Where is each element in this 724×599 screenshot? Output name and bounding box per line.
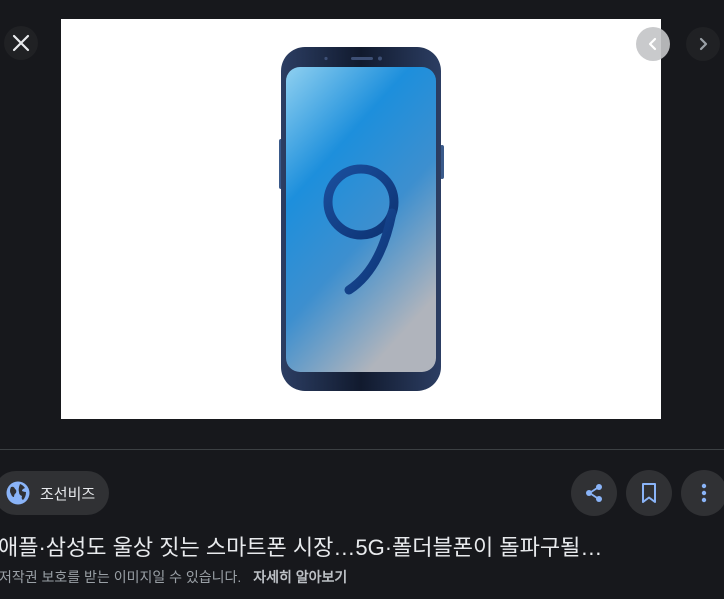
chevron-right-icon (699, 37, 708, 51)
chevron-left-icon (648, 37, 657, 51)
preview-image[interactable] (61, 19, 661, 419)
share-button[interactable] (571, 470, 617, 516)
copyright-row: 저작권 보호를 받는 이미지일 수 있습니다. 자세히 알아보기 (0, 567, 347, 587)
learn-more-link[interactable]: 자세히 알아보기 (253, 569, 347, 585)
next-image-button[interactable] (686, 27, 720, 61)
close-button[interactable] (4, 26, 38, 60)
save-button[interactable] (626, 470, 672, 516)
source-name: 조선비즈 (40, 485, 96, 503)
result-title[interactable]: 애플·삼성도 울상 짓는 스마트폰 시장…5G·폴더블폰이 돌파구될… (0, 530, 724, 562)
previous-image-button[interactable] (636, 27, 670, 61)
more-options-button[interactable] (681, 470, 724, 516)
share-icon (586, 484, 602, 502)
close-icon (12, 34, 30, 52)
more-vert-icon (701, 483, 707, 503)
copyright-notice: 저작권 보호를 받는 이미지일 수 있습니다. (0, 569, 242, 585)
bookmark-icon (642, 483, 656, 503)
source-chip[interactable]: 조선비즈 (0, 471, 110, 515)
globe-icon (4, 479, 32, 507)
divider (0, 449, 724, 450)
phone-image (279, 47, 444, 391)
